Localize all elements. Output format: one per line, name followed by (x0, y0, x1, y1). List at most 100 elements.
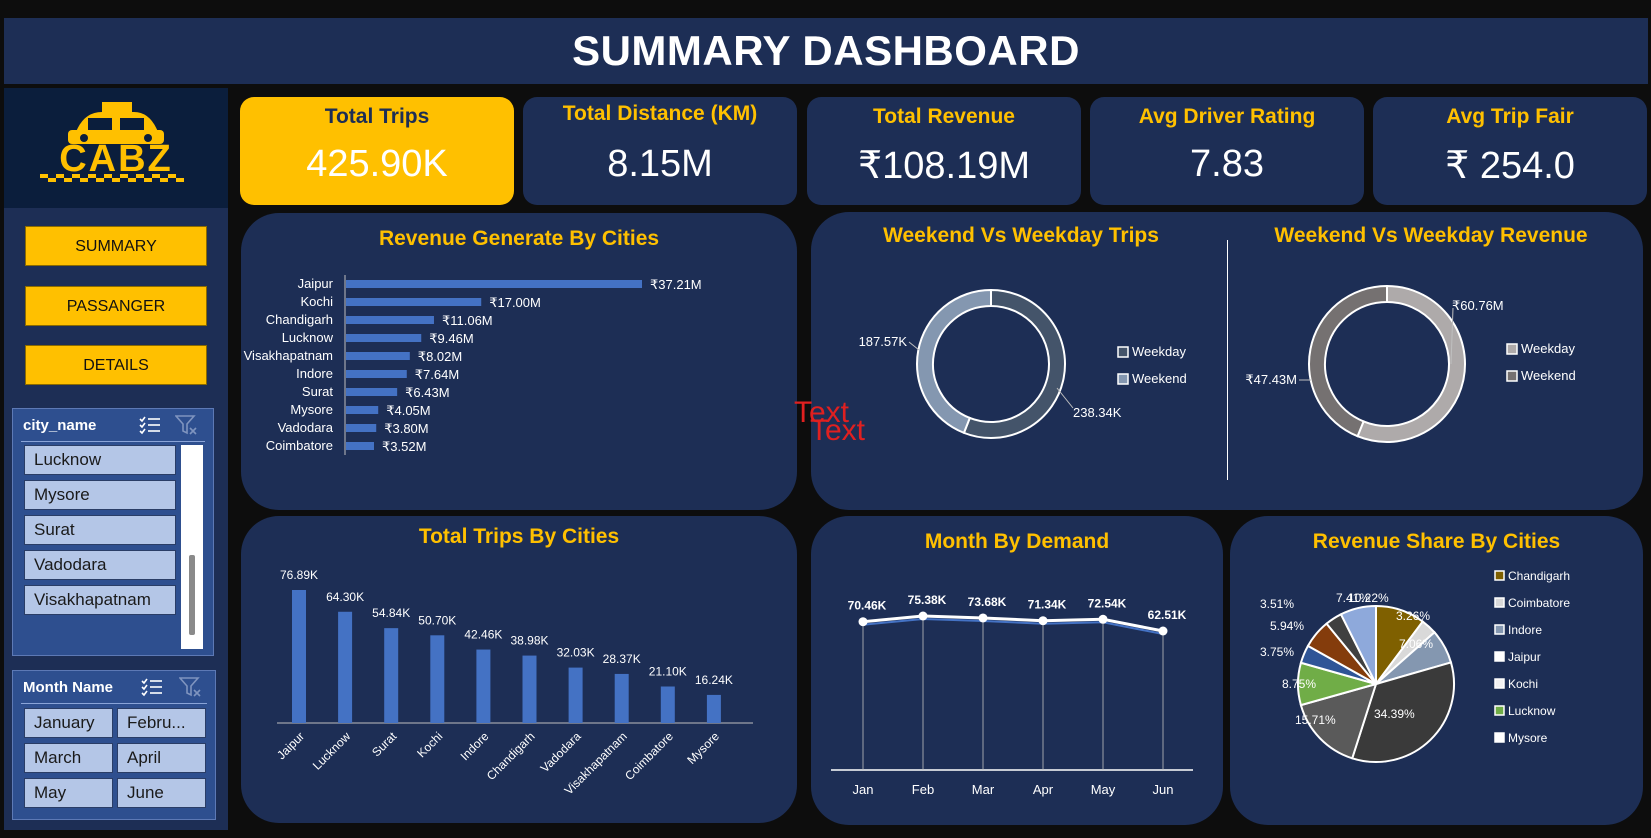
data-label: 54.84K (372, 606, 410, 620)
legend-swatch (1494, 597, 1505, 608)
donut-slice (1356, 284, 1466, 443)
data-label: ₹17.00M (489, 295, 541, 310)
kpi-total-revenue: Total Revenue ₹108.19M (807, 97, 1081, 205)
city-item-visakhapatnam[interactable]: Visakhapatnam (24, 585, 176, 615)
legend-label: Weekday (1521, 341, 1575, 356)
data-label: 21.10K (649, 665, 687, 679)
legend-swatch (1117, 346, 1129, 358)
data-point (858, 617, 868, 627)
month-item-january[interactable]: January (24, 708, 113, 738)
page-title: SUMMARY DASHBOARD (4, 18, 1648, 84)
clear-filter-icon[interactable] (174, 414, 199, 441)
bar (614, 673, 629, 723)
kpi-avg-trip-fair: Avg Trip Fair ₹ 254.0 (1373, 97, 1647, 205)
data-label: 32.03K (557, 646, 595, 660)
month-item-june[interactable]: June (117, 778, 206, 808)
series-line (862, 614, 1164, 633)
data-label: 70.46K (848, 599, 887, 613)
category-label: Vadodara (278, 420, 334, 435)
data-label: ₹47.43M (1245, 372, 1297, 387)
category-label: Lucknow (282, 330, 334, 345)
category-label: Kochi (414, 729, 445, 760)
nav-passenger-button[interactable]: PASSANGER (25, 286, 207, 326)
scrollbar-track[interactable] (181, 445, 203, 649)
data-label: 42.46K (464, 628, 502, 642)
revenue-share-panel: Revenue Share By Cities 10.22% 3.26% 7.06%… (1230, 516, 1643, 825)
logo: CABZ (4, 88, 228, 208)
category-label: Chandigarh (266, 312, 333, 327)
multi-select-icon[interactable] (139, 415, 161, 440)
data-label: ₹3.52M (382, 439, 426, 454)
month-item-march[interactable]: March (24, 743, 113, 773)
legend-label: Coimbatore (1508, 596, 1570, 610)
nav-summary-button[interactable]: SUMMARY (25, 226, 207, 266)
data-label: ₹60.76M (1452, 298, 1504, 313)
city-item-surat[interactable]: Surat (24, 515, 176, 545)
data-label: 28.37K (603, 652, 641, 666)
weekend-weekday-charts: 238.34K 187.57K Weekday Weekend ₹60.76M ₹47.4… (859, 284, 1576, 443)
data-label: 7.06% (1399, 637, 1433, 651)
city-item-vadodara[interactable]: Vadodara (24, 550, 176, 580)
multi-select-icon[interactable] (141, 677, 163, 702)
month-item-april[interactable]: April (117, 743, 206, 773)
kpi-label: Total Distance (KM) (562, 102, 758, 125)
category-label: Indore (296, 366, 333, 381)
leader-line (908, 341, 920, 351)
scrollbar-thumb[interactable] (189, 555, 195, 635)
clear-filter-icon[interactable] (178, 676, 203, 703)
revenue-by-city-chart: Jaipur ₹37.21M Kochi ₹17.00M Chandigarh ₹11.0… (244, 275, 702, 455)
kpi-value: 425.90K (306, 143, 448, 185)
legend-label: Lucknow (1508, 704, 1556, 718)
x-tick-label: Apr (1033, 782, 1054, 797)
city-slicer: city_name Lucknow Mysore Surat Vadodara … (12, 408, 214, 656)
stray-text-label: Text (810, 414, 866, 447)
data-label: 187.57K (859, 334, 908, 349)
month-item-february[interactable]: Febru... (117, 708, 206, 738)
legend-label: Indore (1508, 623, 1542, 637)
category-label: Indore (458, 729, 492, 763)
data-label: 64.30K (326, 590, 364, 604)
bar (706, 694, 721, 723)
legend-swatch (1494, 624, 1505, 635)
data-label: 50.70K (418, 613, 456, 627)
kpi-label: Avg Driver Rating (1138, 105, 1316, 128)
kpi-label: Total Revenue (873, 105, 1015, 128)
legend-label: Jaipur (1508, 650, 1541, 664)
data-label: 3.75% (1260, 645, 1294, 659)
category-label: Lucknow (310, 729, 354, 773)
month-item-may[interactable]: May (24, 778, 113, 808)
category-label: Surat (369, 729, 400, 760)
bar (346, 424, 377, 432)
bar (522, 655, 537, 723)
legend-swatch (1494, 705, 1505, 716)
bar (346, 370, 407, 378)
x-tick-label: Feb (912, 782, 934, 797)
kpi-total-trips: Total Trips 425.90K (240, 97, 514, 205)
bar (346, 442, 375, 450)
bar (292, 590, 306, 723)
trips-by-city-chart: 76.89K Jaipur 64.30K Lucknow 54.84K Surat 50.7… (274, 568, 753, 797)
bar (346, 352, 410, 360)
leader-line (1056, 387, 1074, 409)
kpi-value: 8.15M (607, 143, 713, 185)
month-demand-chart: 70.46K Jan 75.38K Feb 73.68K Mar 71.34K Apr 72.5… (831, 593, 1193, 797)
nav-details-button[interactable]: DETAILS (25, 345, 207, 385)
category-label: Visakhapatnam (244, 348, 333, 363)
city-item-lucknow[interactable]: Lucknow (24, 445, 176, 475)
bar (660, 686, 675, 723)
x-tick-label: Jan (853, 782, 874, 797)
data-point (978, 613, 988, 623)
data-label: 76.89K (280, 568, 318, 582)
category-label: Vadodara (538, 729, 584, 775)
bar (346, 388, 398, 396)
category-label: Jaipur (298, 276, 334, 291)
category-label: Surat (302, 384, 333, 399)
bar (384, 628, 399, 723)
slicer-divider (21, 703, 207, 704)
city-item-mysore[interactable]: Mysore (24, 480, 176, 510)
bar (476, 649, 491, 723)
category-label: Kochi (300, 294, 333, 309)
data-label: 3.51% (1260, 597, 1294, 611)
data-label: 238.34K (1073, 405, 1122, 420)
data-label: 3.26% (1396, 609, 1430, 623)
